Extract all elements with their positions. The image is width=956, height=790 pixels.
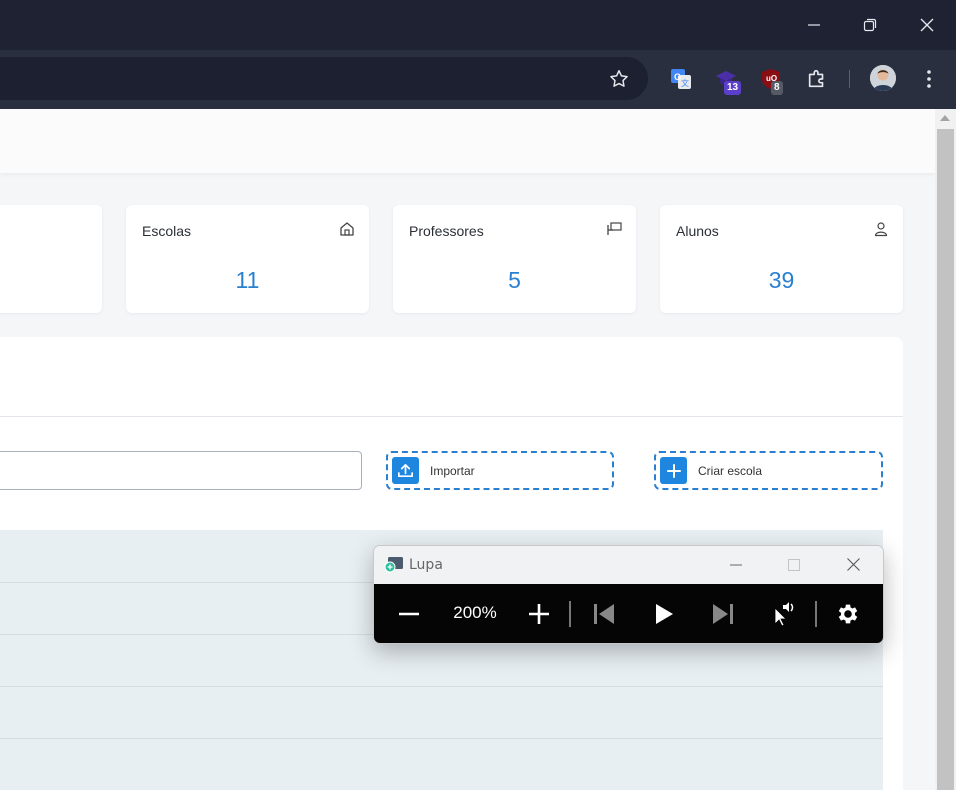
skip-previous-icon: [594, 604, 614, 624]
create-school-button[interactable]: Criar escola: [654, 451, 883, 490]
avatar-icon: [870, 65, 896, 91]
zoom-level: 200%: [453, 603, 497, 622]
import-button[interactable]: Importar: [386, 451, 614, 490]
close-icon[interactable]: [847, 558, 860, 571]
browser-toolbar: G 文 13 uO 8: [0, 50, 956, 109]
google-translate-extension[interactable]: G 文: [667, 65, 695, 93]
minimize-button[interactable]: [799, 10, 829, 40]
toolbar-separator: [569, 601, 571, 627]
browser-titlebar: [0, 0, 956, 50]
maximize-icon[interactable]: [788, 559, 800, 571]
import-button-label: Importar: [430, 464, 475, 478]
gear-icon: [838, 604, 858, 624]
panel-divider: [0, 416, 903, 417]
profile-avatar[interactable]: [870, 65, 896, 91]
more-vertical-icon: [927, 70, 931, 88]
extension-badge: 8: [771, 81, 783, 95]
teacher-icon: [607, 222, 622, 235]
table-row-divider: [0, 738, 883, 739]
upload-icon: [392, 457, 419, 484]
minimize-icon: [808, 24, 820, 26]
close-window-button[interactable]: [912, 10, 942, 40]
page-header: [0, 109, 935, 173]
stat-card-alunos[interactable]: Alunos 39: [660, 205, 903, 313]
stat-card-title: Escolas: [142, 223, 192, 239]
stat-card-professores[interactable]: Professores 5: [393, 205, 636, 313]
minimize-icon[interactable]: [730, 559, 742, 571]
ublock-extension[interactable]: uO 8: [757, 65, 785, 95]
toolbar-separator: [815, 601, 817, 627]
table-row-divider: [0, 686, 883, 687]
stat-card-value: 11: [235, 267, 260, 293]
school-icon: [340, 222, 354, 236]
skip-next-icon: [713, 604, 733, 624]
next-button[interactable]: [707, 598, 739, 630]
address-bar[interactable]: [0, 57, 648, 100]
minus-icon: [399, 612, 419, 616]
close-icon: [920, 18, 934, 32]
user-icon: [874, 222, 888, 237]
magnifier-title: Lupa: [409, 557, 443, 573]
previous-button[interactable]: [588, 598, 620, 630]
magnifier-toolbar: 200%: [374, 584, 883, 643]
search-input[interactable]: [0, 451, 362, 490]
stat-card-escolas[interactable]: Escolas 11: [126, 205, 369, 313]
plus-icon: [529, 604, 549, 624]
read-from-pointer-button[interactable]: [767, 598, 799, 630]
stat-card-title: Professores: [409, 223, 484, 239]
plus-icon: [660, 457, 687, 484]
stat-card-partial: [0, 205, 102, 313]
puzzle-icon: [808, 69, 824, 88]
extensions-menu-button[interactable]: [803, 65, 831, 93]
play-button[interactable]: [648, 598, 680, 630]
graduation-extension[interactable]: 13: [712, 65, 742, 95]
google-translate-icon: G 文: [671, 69, 691, 89]
restore-icon: [863, 18, 877, 32]
scroll-up-arrow-icon[interactable]: [940, 115, 950, 121]
svg-text:文: 文: [681, 78, 689, 88]
browser-menu-button[interactable]: [915, 65, 943, 93]
stat-card-value: 5: [508, 267, 521, 293]
magnifier-window: Lupa 200%: [373, 545, 884, 644]
bookmark-star-icon[interactable]: [608, 68, 630, 90]
scrollbar-thumb[interactable]: [937, 129, 954, 790]
zoom-in-button[interactable]: [523, 598, 555, 630]
svg-text:G: G: [674, 72, 681, 82]
zoom-out-button[interactable]: [393, 598, 425, 630]
page-scrollbar[interactable]: [935, 109, 956, 790]
play-icon: [656, 604, 673, 624]
create-school-button-label: Criar escola: [698, 464, 763, 478]
stat-card-value: 39: [768, 267, 795, 293]
restore-button[interactable]: [855, 10, 885, 40]
stat-card-title: Alunos: [676, 223, 719, 239]
pointer-speak-icon: [774, 602, 794, 627]
settings-button[interactable]: [832, 598, 864, 630]
magnifier-app-icon: [384, 557, 403, 573]
magnifier-titlebar[interactable]: Lupa: [374, 546, 883, 584]
extension-badge: 13: [724, 81, 742, 95]
toolbar-divider: [849, 70, 850, 88]
